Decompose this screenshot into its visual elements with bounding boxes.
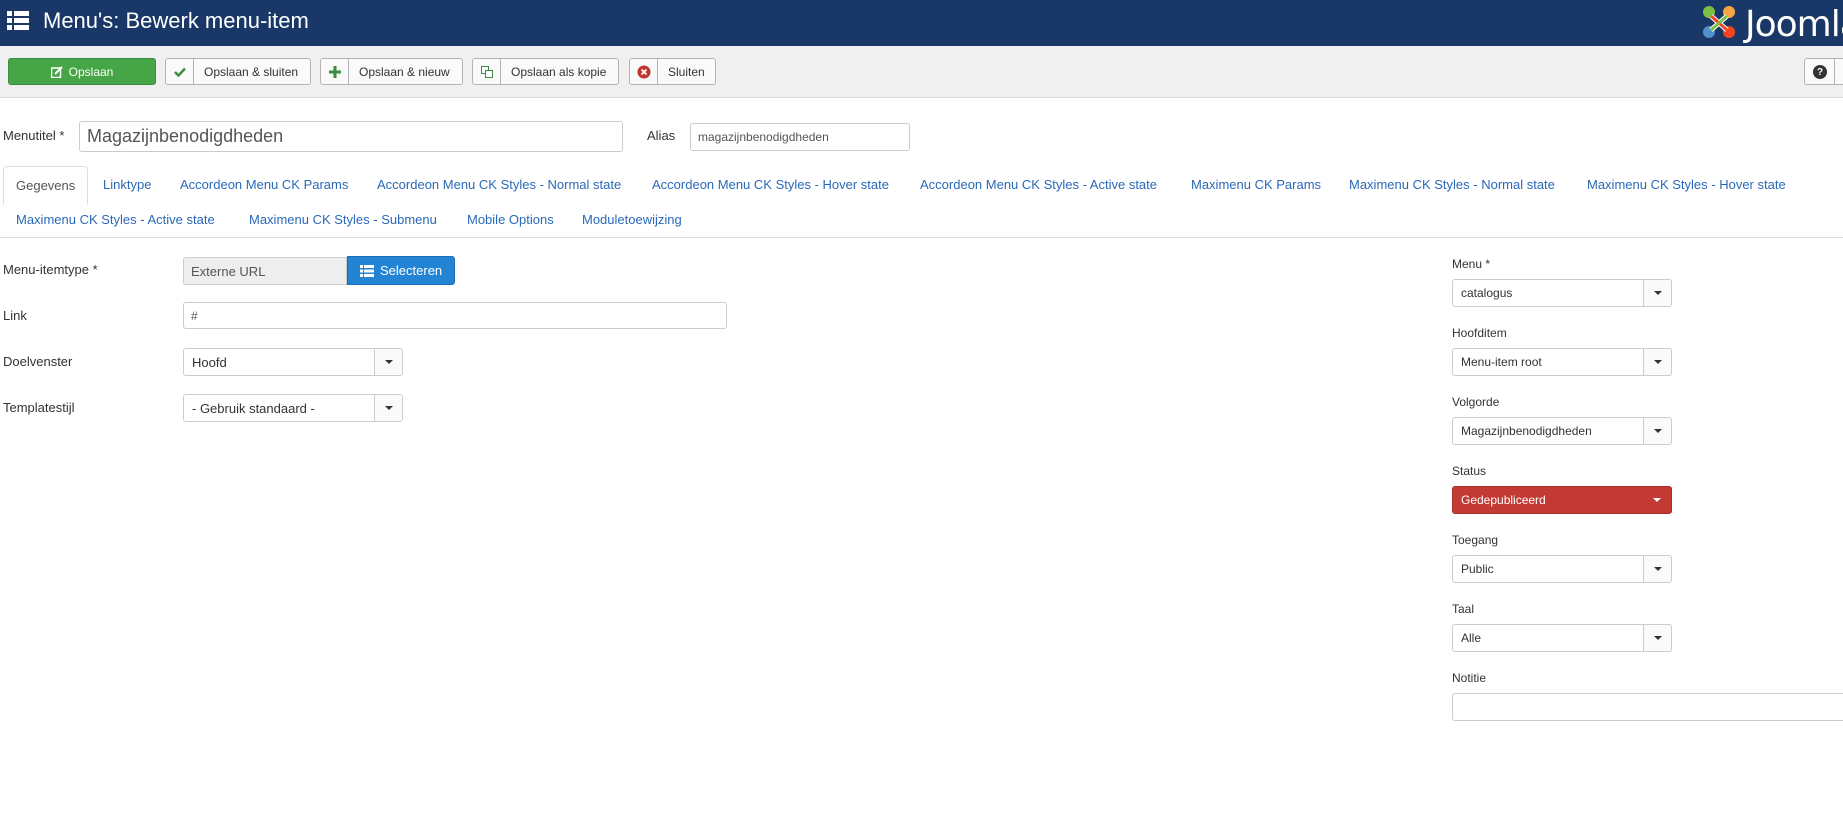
itemtype-field: Externe URL	[183, 257, 347, 285]
parent-value: Menu-item root	[1461, 355, 1542, 369]
chevron-down-icon	[1643, 418, 1671, 444]
order-label: Volgorde	[1452, 395, 1500, 409]
save-copy-button[interactable]: Opslaan als kopie	[472, 58, 619, 85]
grid-menu-icon[interactable]	[7, 10, 29, 32]
note-input[interactable]	[1452, 693, 1843, 721]
tab-accordeon-normal[interactable]: Accordeon Menu CK Styles - Normal state	[377, 177, 621, 192]
status-label: Status	[1452, 464, 1487, 478]
save-new-button[interactable]: Opslaan & nieuw	[320, 58, 463, 85]
tab-maximenu-active[interactable]: Maximenu CK Styles - Active state	[16, 212, 215, 227]
toolbar: Opslaan Opslaan & sluiten Opslaan & nieu…	[0, 46, 1843, 98]
template-label: Templatestijl	[3, 400, 75, 415]
edit-icon	[50, 65, 63, 78]
language-label: Taal	[1452, 602, 1475, 616]
status-value: Gedepubliceerd	[1461, 493, 1546, 507]
save-close-button[interactable]: Opslaan & sluiten	[165, 58, 311, 85]
access-label: Toegang	[1452, 533, 1499, 547]
question-icon: ?	[1813, 65, 1827, 79]
help-button[interactable]: ?	[1804, 58, 1843, 85]
alias-label: Alias	[647, 128, 676, 143]
tab-moduletoewijzing[interactable]: Moduletoewijzing	[582, 212, 682, 227]
save-button[interactable]: Opslaan	[8, 58, 156, 85]
chevron-down-icon	[1643, 280, 1671, 306]
chevron-down-icon	[374, 349, 402, 375]
language-select[interactable]: Alle	[1452, 624, 1672, 652]
link-input[interactable]: #	[183, 302, 727, 329]
joomla-logo[interactable]: Joomla	[1695, 0, 1843, 46]
close-circle-icon	[630, 59, 658, 84]
chevron-down-icon	[374, 395, 402, 421]
menu-value: catalogus	[1461, 286, 1513, 300]
parent-label: Hoofditem	[1452, 326, 1507, 340]
close-label: Sluiten	[668, 64, 705, 79]
tab-accordeon-params[interactable]: Accordeon Menu CK Params	[180, 177, 348, 192]
save-new-label: Opslaan & nieuw	[359, 64, 450, 79]
select-label: Selecteren	[380, 263, 443, 278]
access-select[interactable]: Public	[1452, 555, 1672, 583]
tabs-divider	[0, 237, 1843, 238]
tab-maximenu-hover[interactable]: Maximenu CK Styles - Hover state	[1587, 177, 1786, 192]
chevron-down-icon	[1643, 556, 1671, 582]
chevron-down-icon	[1643, 349, 1671, 375]
tab-maximenu-submenu[interactable]: Maximenu CK Styles - Submenu	[249, 212, 437, 227]
menutitle-label: Menutitel *	[3, 128, 65, 143]
tab-maximenu-params[interactable]: Maximenu CK Params	[1191, 177, 1321, 192]
alias-input[interactable]: magazijnbenodigdheden	[690, 123, 910, 151]
tab-gegevens[interactable]: Gegevens	[3, 166, 89, 205]
target-select[interactable]: Hoofd	[183, 348, 403, 376]
tab-linktype[interactable]: Linktype	[103, 177, 151, 192]
plus-icon	[321, 59, 349, 84]
logo-text: Joomla	[1745, 4, 1843, 45]
itemtype-label: Menu-itemtype *	[3, 262, 98, 277]
template-value: - Gebruik standaard -	[192, 400, 315, 416]
language-value: Alle	[1461, 631, 1482, 645]
tab-accordeon-hover[interactable]: Accordeon Menu CK Styles - Hover state	[652, 177, 889, 192]
target-value: Hoofd	[192, 354, 227, 370]
order-select[interactable]: Magazijnbenodigdheden	[1452, 417, 1672, 445]
top-header: Menu's: Bewerk menu-item Joomla	[0, 0, 1843, 46]
chevron-down-icon	[1643, 625, 1671, 651]
tab-accordeon-active[interactable]: Accordeon Menu CK Styles - Active state	[920, 177, 1157, 192]
access-value: Public	[1461, 562, 1494, 576]
menu-label: Menu *	[1452, 257, 1491, 271]
note-label: Notitie	[1452, 671, 1487, 685]
status-select[interactable]: Gedepubliceerd	[1452, 486, 1672, 514]
target-label: Doelvenster	[3, 354, 73, 369]
menutitle-input[interactable]: Magazijnbenodigdheden	[79, 121, 623, 152]
list-icon	[360, 264, 374, 277]
tab-mobile-options[interactable]: Mobile Options	[467, 212, 554, 227]
select-itemtype-button[interactable]: Selecteren	[347, 256, 455, 285]
copy-icon	[473, 59, 501, 84]
parent-select[interactable]: Menu-item root	[1452, 348, 1672, 376]
save-label: Opslaan	[68, 64, 114, 79]
template-select[interactable]: - Gebruik standaard -	[183, 394, 403, 422]
save-close-label: Opslaan & sluiten	[204, 64, 299, 79]
order-value: Magazijnbenodigdheden	[1461, 424, 1592, 438]
menu-select[interactable]: catalogus	[1452, 279, 1672, 307]
tab-maximenu-normal[interactable]: Maximenu CK Styles - Normal state	[1349, 177, 1555, 192]
save-copy-label: Opslaan als kopie	[511, 64, 607, 79]
chevron-down-icon	[1643, 487, 1671, 513]
page-title: Menu's: Bewerk menu-item	[43, 8, 309, 33]
check-icon	[166, 59, 194, 84]
close-button[interactable]: Sluiten	[629, 58, 716, 85]
help-separator	[1834, 59, 1835, 84]
link-label: Link	[3, 308, 27, 323]
